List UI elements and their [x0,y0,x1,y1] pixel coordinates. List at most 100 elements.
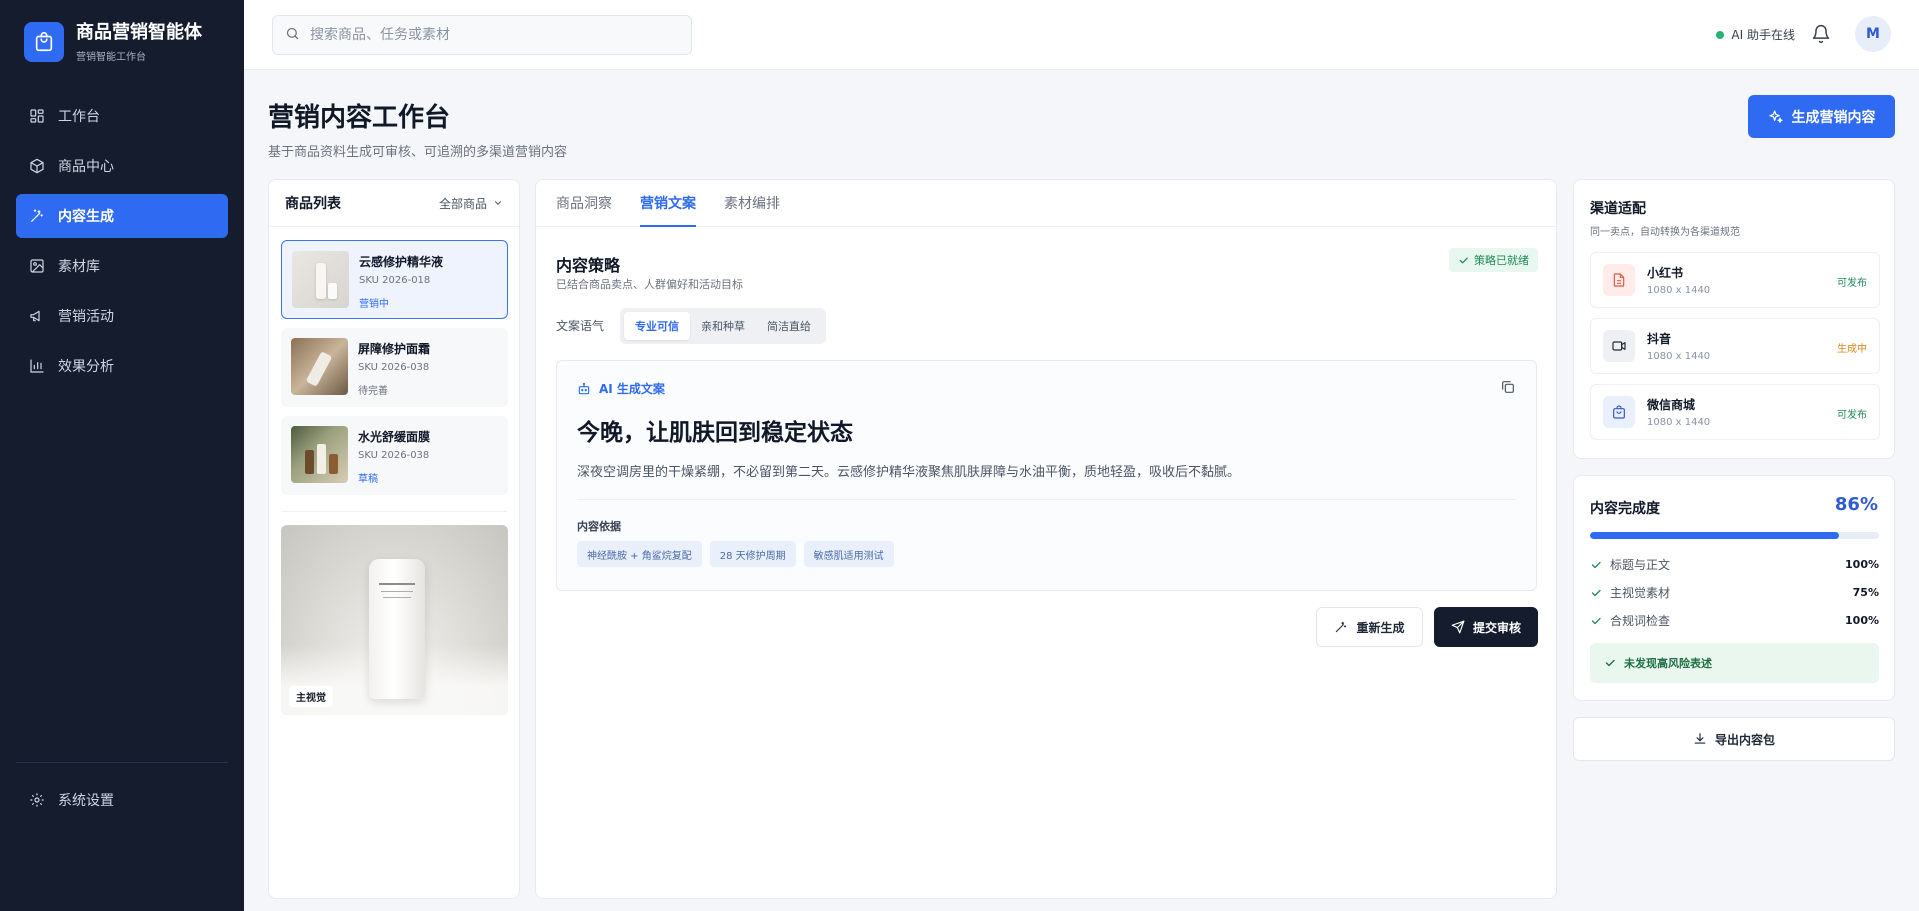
sidebar-item-settings[interactable]: 系统设置 [16,778,228,822]
completion-item-value: 100% [1845,558,1879,571]
channel-size: 1080 x 1440 [1647,285,1711,296]
regenerate-button[interactable]: 重新生成 [1316,607,1423,647]
sidebar-item-dashboard[interactable]: 工作台 [16,94,228,138]
generate-content-button[interactable]: 生成营销内容 [1748,95,1895,138]
basis-chips: 神经酰胺 + 角鲨烷复配 28 天修护周期 敏感肌适用测试 [577,541,902,567]
sparkle-icon [1768,109,1783,123]
basis-chip: 神经酰胺 + 角鲨烷复配 [577,541,702,567]
ai-status: AI 助手在线 [1716,26,1795,43]
product-sku: SKU 2026-038 [358,362,430,373]
shopping-bag-logo-icon [24,22,64,62]
product-thumbnail [292,251,349,308]
product-name: 屏障修护面霜 [358,342,431,356]
product-filter-label: 全部商品 [438,196,487,211]
sidebar-item-content-generation[interactable]: 内容生成 [16,194,228,238]
regenerate-label: 重新生成 [1356,620,1405,635]
download-icon [1694,733,1706,744]
strategy-subtitle: 已结合商品卖点、人群偏好和活动目标 [556,278,743,291]
product-card[interactable]: 水光舒缓面膜 SKU 2026-038 草稿 [281,416,508,495]
product-thumbnail [291,338,348,395]
image-icon [28,257,46,275]
channel-item-douyin[interactable]: 抖音 1080 x 1440 生成中 [1590,318,1880,374]
search-input[interactable] [310,27,670,43]
box-icon [28,157,46,175]
sidebar-item-products[interactable]: 商品中心 [16,144,228,188]
basis-chip: 敏感肌适用测试 [803,541,894,567]
check-icon [1591,561,1601,568]
sidebar-item-label: 系统设置 [58,793,114,809]
copy-headline: 今晚，让肌肤回到稳定状态 [577,420,853,446]
ai-copy-label-text: AI 生成文案 [599,382,665,396]
product-card[interactable]: 屏障修护面霜 SKU 2026-038 待完善 [281,328,508,407]
product-list-panel: 商品列表 全部商品 云感修护精华液 SKU 2026-018 营销中 屏障修护面… [268,179,520,899]
check-icon [1591,589,1601,596]
channel-item-wechat-mall[interactable]: 微信商城 1080 x 1440 可发布 [1590,384,1880,440]
tab-asset-arrangement[interactable]: 素材编排 [724,180,780,226]
product-filter-dropdown[interactable]: 全部商品 [439,195,503,212]
completion-item: 主视觉素材 75% [1590,584,1879,601]
tone-selector: 专业可信 亲和种草 简洁直给 [620,308,826,344]
channel-item-xiaohongshu[interactable]: 小红书 1080 x 1440 可发布 [1590,252,1880,308]
bar-chart-icon [28,357,46,375]
tone-option-professional[interactable]: 专业可信 [624,312,690,340]
product-name: 水光舒缓面膜 [358,430,431,444]
channel-name: 微信商城 [1647,398,1696,412]
sidebar-item-label: 工作台 [58,109,100,125]
content-panel: 商品洞察 营销文案 素材编排 内容策略 已结合商品卖点、人群偏好和活动目标 策略… [535,179,1557,899]
content-tabs: 商品洞察 营销文案 素材编排 [536,180,1556,227]
search-box[interactable] [272,15,692,55]
product-card[interactable]: 云感修护精华液 SKU 2026-018 营销中 [281,240,508,319]
basis-label: 内容依据 [577,520,621,533]
tone-label: 文案语气 [556,319,605,333]
channels-title: 渠道适配 [1590,201,1646,217]
avatar[interactable]: M [1855,16,1891,52]
status-badge-label: 策略已就绪 [1474,254,1529,267]
check-icon [1605,659,1615,667]
ai-copy-label: AI 生成文案 [577,380,665,397]
topbar: AI 助手在线 M [244,0,1919,70]
channels-subtitle: 同一卖点，自动转换为各渠道规范 [1590,227,1740,238]
ai-status-label: AI 助手在线 [1731,28,1795,42]
channel-status: 可发布 [1837,278,1867,289]
gear-icon [28,791,46,809]
basis-chip: 28 天修护周期 [709,541,796,567]
send-icon [1451,620,1465,634]
copy-icon[interactable] [1500,379,1516,399]
sidebar-item-asset-library[interactable]: 素材库 [16,244,228,288]
sidebar-item-campaigns[interactable]: 营销活动 [16,294,228,338]
tab-marketing-copy[interactable]: 营销文案 [640,180,696,227]
check-icon [1591,617,1601,624]
channel-name: 小红书 [1647,266,1684,280]
bell-icon[interactable] [1811,24,1831,48]
sidebar-item-analytics[interactable]: 效果分析 [16,344,228,388]
page-subtitle: 基于商品资料生成可审核、可追溯的多渠道营销内容 [268,145,568,160]
channel-adaptation-panel: 渠道适配 同一卖点，自动转换为各渠道规范 小红书 1080 x 1440 可发布… [1573,179,1895,459]
magic-wand-icon [28,207,46,225]
completion-title: 内容完成度 [1590,501,1660,517]
sidebar-item-label: 内容生成 [58,209,114,225]
tone-option-friendly[interactable]: 亲和种草 [690,312,756,340]
product-sku: SKU 2026-038 [358,450,430,461]
channel-size: 1080 x 1440 [1647,351,1711,362]
check-icon [1459,257,1468,263]
product-status: 待完善 [358,386,388,397]
brand-title: 商品营销智能体 [76,21,202,43]
completion-item-label: 标题与正文 [1610,558,1671,572]
search-icon [285,26,300,45]
completion-panel: 内容完成度 86% 标题与正文 100% 主视觉素材 75% 合规词检查 100… [1573,475,1895,701]
submit-review-button[interactable]: 提交审核 [1434,607,1538,647]
sidebar-nav: 工作台 商品中心 内容生成 素材库 营销活动 效果分析 [0,94,244,388]
tone-option-concise[interactable]: 简洁直给 [756,312,822,340]
submit-review-label: 提交审核 [1472,620,1521,635]
document-icon [1603,264,1635,296]
export-content-button[interactable]: 导出内容包 [1573,717,1895,761]
channel-size: 1080 x 1440 [1647,417,1711,428]
status-badge: 策略已就绪 [1449,248,1538,272]
dashboard-icon [28,107,46,125]
compliance-ok-label: 未发现高风险表述 [1624,657,1712,670]
compliance-ok-banner: 未发现高风险表述 [1590,643,1879,683]
product-status: 营销中 [359,299,389,310]
tab-product-insight[interactable]: 商品洞察 [556,180,612,226]
product-list-title: 商品列表 [285,196,341,212]
completion-item-value: 75% [1852,586,1879,599]
